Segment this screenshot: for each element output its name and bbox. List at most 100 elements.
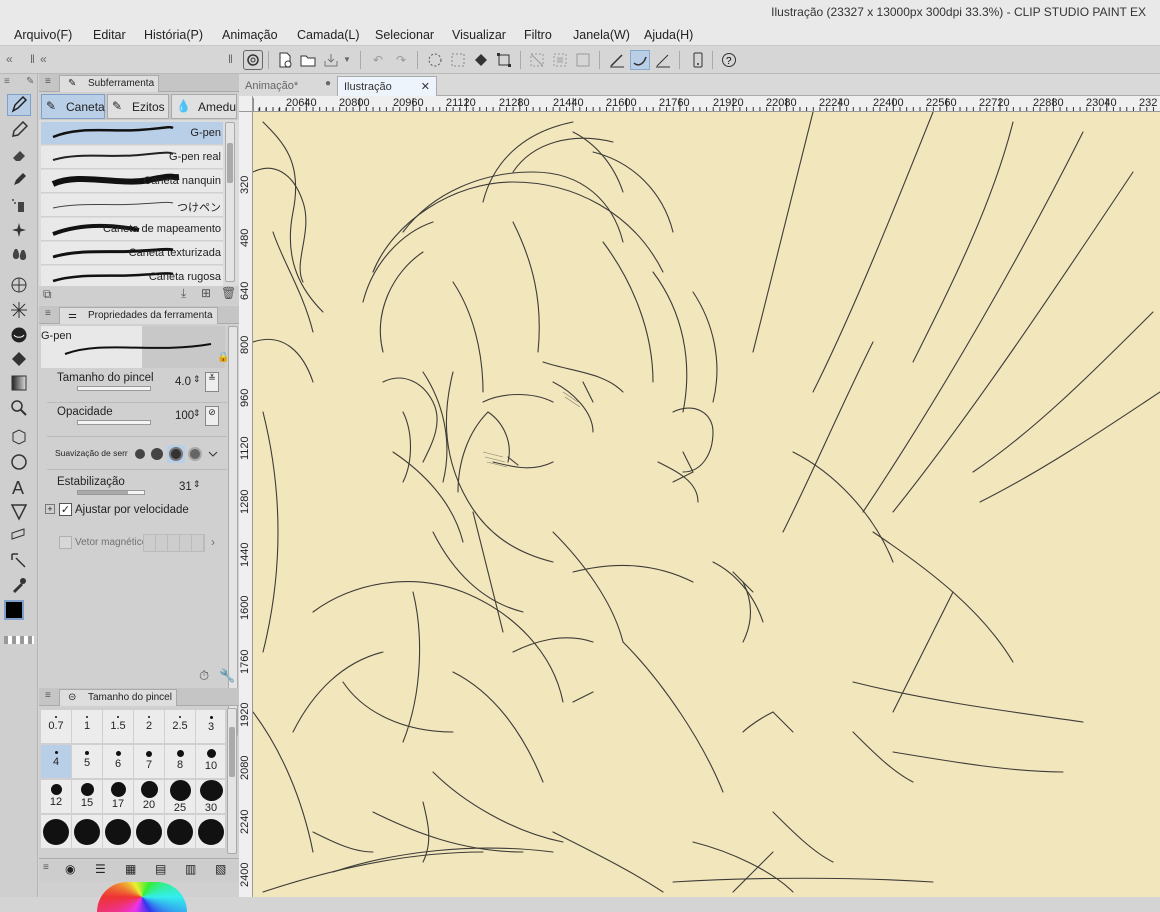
color-set-tab-icon[interactable]: ▦ bbox=[125, 862, 136, 876]
new-file-icon[interactable] bbox=[275, 50, 295, 70]
size-cell[interactable] bbox=[134, 815, 164, 848]
invert-selection-icon[interactable] bbox=[550, 50, 570, 70]
pen-tool-icon[interactable] bbox=[7, 94, 31, 116]
blend-tool-icon[interactable] bbox=[7, 244, 31, 266]
smoothing-options[interactable] bbox=[133, 444, 223, 464]
menu-arquivo[interactable]: Arquivo(F) bbox=[14, 28, 72, 42]
brush-item-g-pen-real[interactable]: G-pen real bbox=[41, 146, 223, 169]
spinner-icon[interactable]: ⇕ bbox=[193, 479, 201, 490]
menu-filtro[interactable]: Filtro bbox=[524, 28, 552, 42]
size-cell[interactable]: 7 bbox=[134, 745, 164, 778]
undo-icon[interactable]: ↶ bbox=[368, 50, 388, 70]
tab-ameduin[interactable]: 💧 Ameduin bbox=[171, 94, 237, 119]
panel-menu-icon[interactable]: ≡ bbox=[43, 862, 49, 873]
chevron-right-icon[interactable]: › bbox=[211, 535, 215, 549]
deselect-icon[interactable] bbox=[527, 50, 547, 70]
smartphone-icon[interactable] bbox=[688, 50, 708, 70]
size-cell[interactable]: 2.5 bbox=[165, 710, 195, 743]
collapse-panel-icon[interactable]: « bbox=[40, 52, 47, 66]
size-cell[interactable]: 6 bbox=[103, 745, 133, 778]
eraser-tool-icon[interactable] bbox=[7, 144, 31, 166]
size-cell[interactable]: 3 bbox=[196, 710, 225, 743]
snap-icon[interactable] bbox=[630, 50, 650, 70]
size-cell[interactable] bbox=[165, 815, 195, 848]
brush-size-value[interactable]: 4.0 bbox=[175, 376, 191, 388]
copy-icon[interactable]: ⊞ bbox=[201, 286, 211, 300]
size-cell[interactable]: 12 bbox=[41, 780, 71, 813]
menu-editar[interactable]: Editar bbox=[93, 28, 126, 42]
save-icon[interactable] bbox=[321, 50, 341, 70]
text-tool-icon[interactable]: A bbox=[7, 476, 31, 498]
history-tab-icon[interactable]: ▧ bbox=[215, 862, 226, 876]
size-cell[interactable]: 17 bbox=[103, 780, 133, 813]
size-cell[interactable]: 10 bbox=[196, 745, 225, 778]
download-icon[interactable]: ⤓ bbox=[181, 286, 186, 301]
transparent-color-swatch[interactable] bbox=[4, 636, 34, 644]
expand-icon[interactable]: + bbox=[45, 504, 55, 514]
panel-menu-icon[interactable]: ≡ bbox=[45, 76, 51, 87]
intermediate-color-tab-icon[interactable]: ▤ bbox=[155, 862, 166, 876]
menu-visualizar[interactable]: Visualizar bbox=[452, 28, 506, 42]
sparkle-tool-icon[interactable] bbox=[7, 219, 31, 241]
menu-ajuda[interactable]: Ajuda(H) bbox=[644, 28, 693, 42]
spinner-icon[interactable]: ⇕ bbox=[193, 374, 201, 385]
brush-item-g-pen[interactable]: G-pen bbox=[41, 122, 223, 145]
ruler-tool-icon[interactable] bbox=[7, 525, 31, 547]
menu-historia[interactable]: História(P) bbox=[144, 28, 203, 42]
brush-item-tsukepen[interactable]: つけペン bbox=[41, 194, 223, 217]
tab-ezitos[interactable]: ✎ Ezitos bbox=[107, 94, 169, 119]
face-tool-icon[interactable] bbox=[7, 324, 31, 346]
size-scrollbar[interactable] bbox=[227, 708, 237, 854]
menu-camada[interactable]: Camada(L) bbox=[297, 28, 360, 42]
size-cell[interactable] bbox=[72, 815, 102, 848]
size-cell[interactable]: 5 bbox=[72, 745, 102, 778]
color-slider-tab-icon[interactable]: ☰ bbox=[95, 862, 106, 876]
size-cell[interactable]: 1.5 bbox=[103, 710, 133, 743]
size-cell[interactable]: 4 bbox=[41, 745, 71, 778]
close-icon[interactable]: ✕ bbox=[421, 80, 430, 93]
brush-item-caneta-nanquin[interactable]: Caneta nanquin bbox=[41, 170, 223, 193]
timer-icon[interactable]: ⏱ bbox=[199, 668, 209, 684]
brush-item-caneta-rugosa[interactable]: Caneta rugosa bbox=[41, 266, 223, 286]
panel-menu-icon[interactable]: ≡ bbox=[45, 308, 51, 319]
expand-selection-icon[interactable] bbox=[573, 50, 593, 70]
brush-item-caneta-mapeamento[interactable]: Caneta de mapeamento bbox=[41, 218, 223, 241]
tab-caneta[interactable]: ✎ Caneta bbox=[41, 94, 105, 119]
burst-tool-icon[interactable] bbox=[7, 299, 31, 321]
wrench-icon[interactable]: 🔧 bbox=[219, 668, 235, 684]
size-cell[interactable]: 2 bbox=[134, 710, 164, 743]
opacity-effect-icon[interactable]: ⊘ bbox=[205, 406, 219, 426]
brush-size-slider[interactable] bbox=[77, 386, 151, 391]
fill-tool-icon[interactable] bbox=[7, 348, 31, 370]
scroll-thumb[interactable] bbox=[229, 727, 235, 777]
color-wheel[interactable] bbox=[97, 882, 187, 912]
pressure-icon[interactable]: ≚ bbox=[205, 372, 219, 392]
tab-ilustracao[interactable]: Ilustração ✕ bbox=[337, 76, 437, 96]
menu-janela[interactable]: Janela(W) bbox=[573, 28, 630, 42]
object-tool-icon[interactable] bbox=[7, 426, 31, 448]
approx-color-tab-icon[interactable]: ▥ bbox=[185, 862, 196, 876]
menu-animacao[interactable]: Animação bbox=[222, 28, 278, 42]
size-cell[interactable]: 25 bbox=[165, 780, 195, 814]
size-cell[interactable] bbox=[196, 815, 225, 848]
main-color-swatch[interactable] bbox=[4, 600, 24, 620]
opacity-slider[interactable] bbox=[77, 420, 151, 425]
fill-icon[interactable] bbox=[471, 50, 491, 70]
chevron-down-icon[interactable]: ▼ bbox=[343, 55, 351, 64]
grid-tool-icon[interactable] bbox=[7, 274, 31, 296]
size-cell[interactable]: 0.7 bbox=[41, 710, 71, 743]
operation-tool-icon[interactable] bbox=[7, 550, 31, 572]
opacity-value[interactable]: 100 bbox=[175, 410, 194, 422]
size-cell[interactable] bbox=[41, 815, 71, 848]
brush-item-caneta-texturizada[interactable]: Caneta texturizada bbox=[41, 242, 223, 265]
marker-tool-icon[interactable] bbox=[7, 169, 31, 191]
zoom-tool-icon[interactable] bbox=[7, 397, 31, 419]
size-cell[interactable]: 15 bbox=[72, 780, 102, 813]
magnetic-options[interactable] bbox=[143, 534, 205, 552]
size-cell[interactable]: 20 bbox=[134, 780, 164, 813]
redo-icon[interactable]: ↷ bbox=[391, 50, 411, 70]
clip-studio-icon[interactable] bbox=[243, 50, 263, 70]
pencil-tool-icon[interactable] bbox=[7, 119, 31, 141]
panel-menu-icon[interactable]: ≡ bbox=[45, 690, 51, 701]
transform-icon[interactable] bbox=[494, 50, 514, 70]
